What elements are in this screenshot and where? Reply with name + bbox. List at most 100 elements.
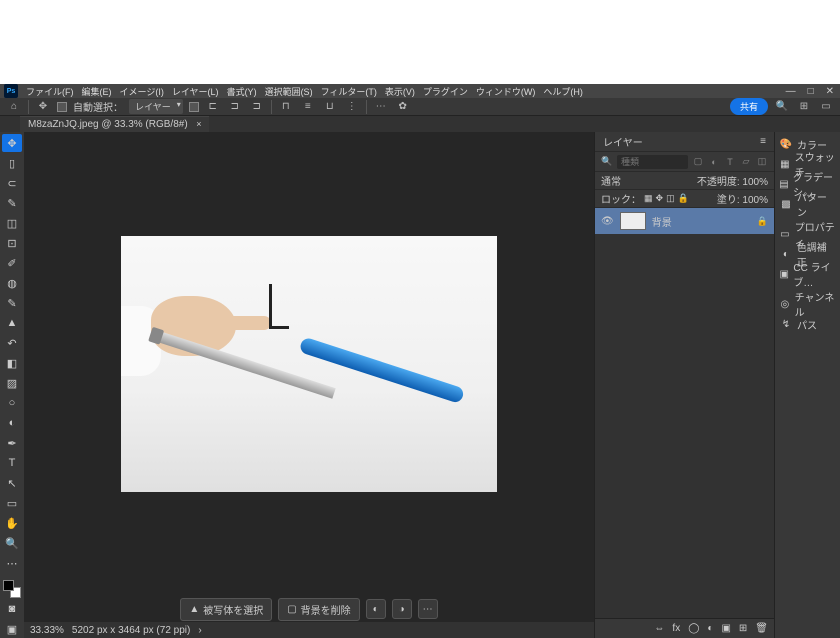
pen-tool[interactable]: ✒ — [2, 434, 22, 452]
search-filter-icon[interactable]: 🔍 — [601, 156, 613, 168]
menu-window[interactable]: ウィンドウ(W) — [476, 85, 536, 98]
menu-plugin[interactable]: プラグイン — [423, 85, 468, 98]
menu-filter[interactable]: フィルター(T) — [321, 85, 377, 98]
lasso-tool[interactable]: ⊂ — [2, 174, 22, 192]
zoom-level[interactable]: 33.33% — [30, 625, 64, 636]
group-icon[interactable]: ▣ — [721, 623, 730, 634]
move-tool[interactable]: ✥ — [2, 134, 22, 152]
pattern-icon: ▩ — [779, 199, 793, 210]
menu-image[interactable]: イメージ(I) — [120, 85, 164, 98]
align-center-h-icon[interactable]: ⊐ — [227, 99, 243, 115]
3d-mode-icon[interactable]: ✿ — [395, 99, 411, 115]
align-top-icon[interactable]: ⊓ — [278, 99, 294, 115]
filter-adjust-icon[interactable]: ◐ — [708, 156, 720, 168]
lock-artboard-icon[interactable]: ◫ — [666, 193, 675, 204]
brush-tool[interactable]: ✎ — [2, 294, 22, 312]
lock-all-icon[interactable]: 🔒 — [678, 193, 689, 204]
window-controls[interactable]: —□✕ — [786, 86, 834, 97]
lock-position-icon[interactable]: ✥ — [656, 193, 664, 204]
remove-bg-button[interactable]: ▢背景を削除 — [278, 598, 359, 621]
quickmask-tool[interactable]: ◙ — [2, 600, 22, 618]
lock-pixels-icon[interactable]: ▦ — [644, 193, 653, 204]
fill-value[interactable]: 100% — [742, 195, 768, 206]
hand-tool[interactable]: ✋ — [2, 514, 22, 532]
color-swatches[interactable] — [3, 580, 21, 598]
new-layer-icon[interactable]: ⊞ — [739, 623, 747, 634]
panel-menu-icon[interactable]: ≡ — [760, 136, 766, 147]
layer-mask-icon[interactable]: ◯ — [688, 623, 699, 634]
document-tab[interactable]: M8zaZnJQ.jpeg @ 33.3% (RGB/8#) × — [20, 116, 209, 132]
menu-edit[interactable]: 編集(E) — [82, 85, 112, 98]
arrange-icon[interactable]: ▭ — [818, 99, 834, 115]
opacity-value[interactable]: 100% — [742, 177, 768, 188]
align-left-icon[interactable]: ⊏ — [205, 99, 221, 115]
marquee-tool[interactable]: ▯ — [2, 154, 22, 172]
align-middle-icon[interactable]: ≡ — [300, 99, 316, 115]
adjustment-layer-icon[interactable]: ◐ — [707, 623, 713, 634]
menu-help[interactable]: ヘルプ(H) — [543, 85, 583, 98]
distribute-icon[interactable]: ⋮ — [344, 99, 360, 115]
ctx-more-icon[interactable]: ⋯ — [418, 599, 438, 619]
layer-thumbnail[interactable] — [620, 212, 646, 230]
search-icon[interactable]: 🔍 — [774, 99, 790, 115]
canvas[interactable] — [121, 236, 497, 492]
blur-tool[interactable]: ○ — [2, 394, 22, 412]
fg-color[interactable] — [3, 580, 14, 591]
status-chevron-icon[interactable]: › — [198, 625, 201, 636]
align-right-icon[interactable]: ⊐ — [249, 99, 265, 115]
sample-dropdown[interactable]: レイヤー — [129, 99, 183, 114]
eraser-tool[interactable]: ◧ — [2, 354, 22, 372]
delete-layer-icon[interactable]: 🗑 — [755, 623, 768, 634]
layer-row[interactable]: 👁 背景 🔒 — [595, 208, 774, 234]
visibility-icon[interactable]: 👁 — [601, 216, 614, 227]
menu-layer[interactable]: レイヤー(L) — [172, 85, 219, 98]
edit-toolbar-icon[interactable]: ⋯ — [2, 554, 22, 572]
link-layers-icon[interactable]: ⇔ — [654, 623, 664, 634]
eyedropper-tool[interactable]: ✐ — [2, 254, 22, 272]
gradient-tool[interactable]: ▨ — [2, 374, 22, 392]
path-tool[interactable]: ↖ — [2, 474, 22, 492]
screenmode-tool[interactable]: ▣ — [2, 620, 22, 638]
layers-panel-title[interactable]: レイヤー — [603, 134, 643, 149]
transform-checkbox[interactable] — [189, 102, 199, 112]
panel-paths[interactable]: ↯パス — [775, 314, 840, 334]
workspace-icon[interactable]: ⊞ — [796, 99, 812, 115]
select-subject-button[interactable]: ▲被写体を選択 — [180, 598, 272, 621]
menu-type[interactable]: 書式(Y) — [227, 85, 257, 98]
panel-channels[interactable]: ◎チャンネル — [775, 294, 840, 314]
heal-tool[interactable]: ◍ — [2, 274, 22, 292]
person-icon: ▲ — [189, 604, 199, 615]
close-tab-icon[interactable]: × — [196, 119, 201, 129]
ctx-transform-icon[interactable]: ◐ — [366, 599, 386, 619]
more-options-icon[interactable]: ⋯ — [373, 99, 389, 115]
type-tool[interactable]: T — [2, 454, 22, 472]
frame-tool[interactable]: ⊡ — [2, 234, 22, 252]
auto-select-checkbox[interactable] — [57, 102, 67, 112]
filter-image-icon[interactable]: ▢ — [692, 156, 704, 168]
paths-icon: ↯ — [779, 319, 793, 330]
zoom-tool[interactable]: 🔍 — [2, 534, 22, 552]
blend-mode-dropdown[interactable]: 通常 — [601, 173, 621, 188]
filter-smart-icon[interactable]: ◫ — [756, 156, 768, 168]
filter-shape-icon[interactable]: ▱ — [740, 156, 752, 168]
align-bottom-icon[interactable]: ⊔ — [322, 99, 338, 115]
panel-libraries[interactable]: ▣CC ライブ… — [775, 264, 840, 284]
layer-fx-icon[interactable]: fx — [672, 623, 680, 634]
menu-select[interactable]: 選択範囲(S) — [265, 85, 313, 98]
home-icon[interactable]: ⌂ — [6, 99, 22, 115]
layer-lock-icon[interactable]: 🔒 — [757, 216, 768, 227]
share-button[interactable]: 共有 — [730, 98, 768, 115]
layer-name[interactable]: 背景 — [652, 214, 672, 229]
layer-search-input[interactable] — [617, 155, 688, 169]
filter-type-icon[interactable]: T — [724, 156, 736, 168]
dodge-tool[interactable]: ◐ — [2, 414, 22, 432]
menu-view[interactable]: 表示(V) — [385, 85, 415, 98]
menu-file[interactable]: ファイル(F) — [26, 85, 74, 98]
ctx-adjust-icon[interactable]: ◑ — [392, 599, 412, 619]
shape-tool[interactable]: ▭ — [2, 494, 22, 512]
history-brush-tool[interactable]: ↶ — [2, 334, 22, 352]
panel-patterns[interactable]: ▩パターン — [775, 194, 840, 214]
quick-select-tool[interactable]: ✎ — [2, 194, 22, 212]
stamp-tool[interactable]: ▲ — [2, 314, 22, 332]
crop-tool[interactable]: ◫ — [2, 214, 22, 232]
